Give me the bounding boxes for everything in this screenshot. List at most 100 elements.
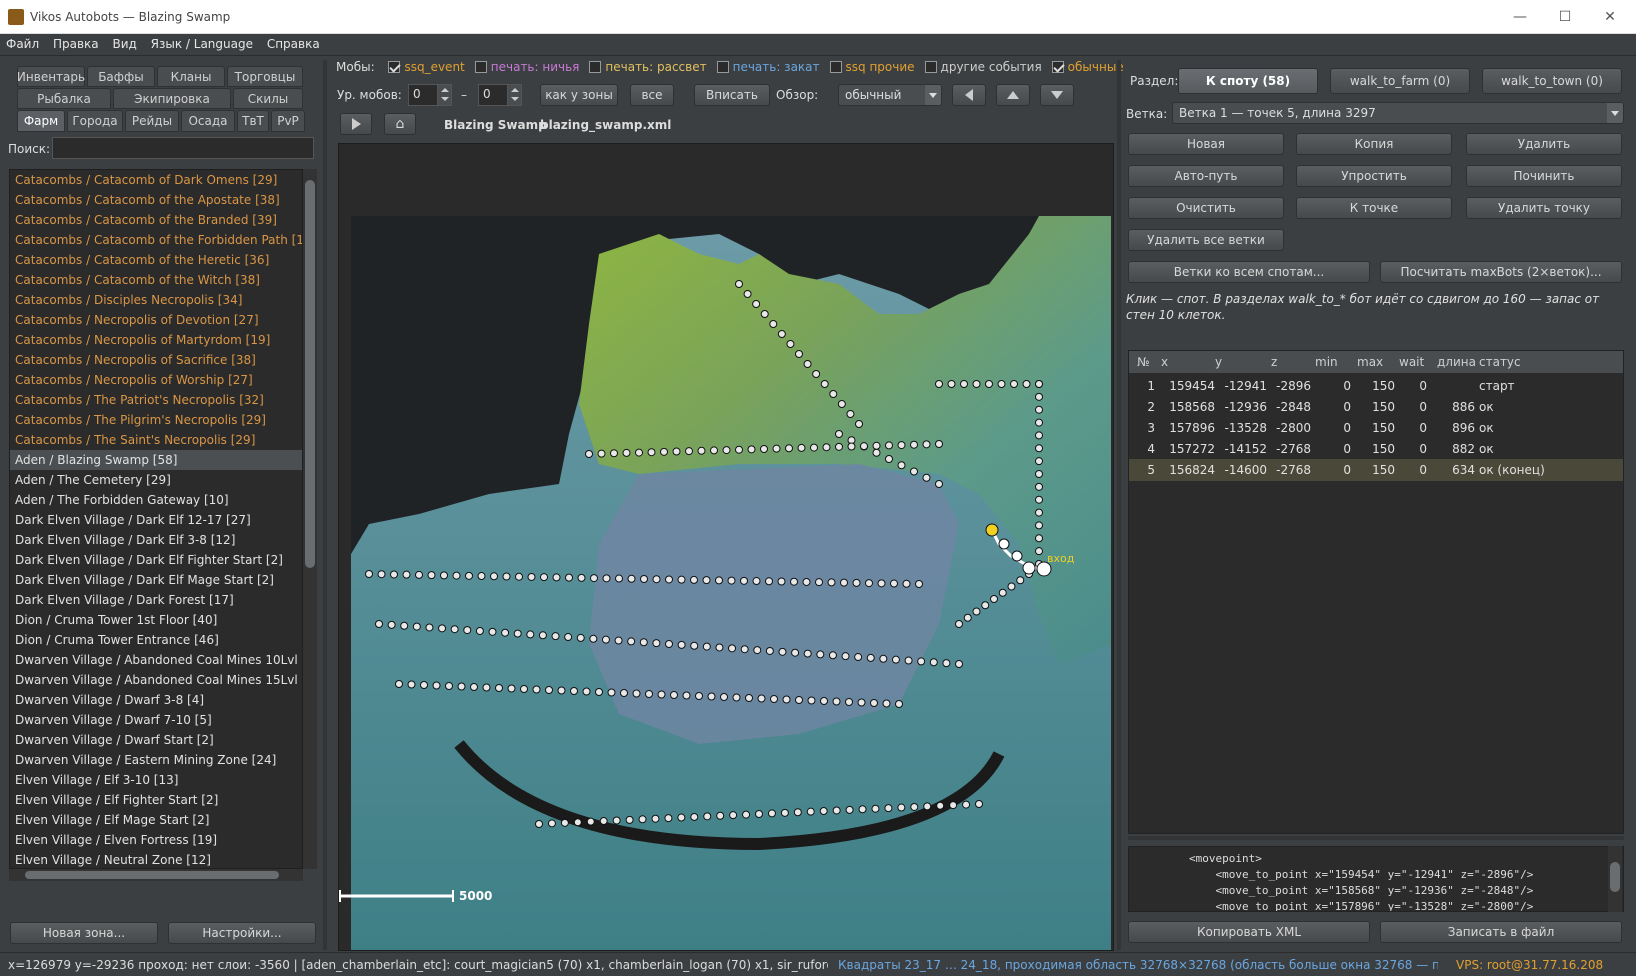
zone-list-item[interactable]: Dwarven Village / Dwarf 7-10 [5]: [10, 710, 302, 730]
all-button[interactable]: все: [630, 84, 674, 106]
new-branch-button[interactable]: Новая: [1128, 133, 1284, 155]
table-header-cell[interactable]: №: [1137, 355, 1155, 369]
section-walk-to-town[interactable]: walk_to_town (0): [1482, 68, 1622, 94]
tab-cities[interactable]: Города: [67, 110, 123, 132]
tab-inventory[interactable]: Инвентарь: [17, 66, 85, 87]
mob-filter-label[interactable]: печать: рассвет: [605, 60, 706, 74]
maximize-button[interactable]: ☐: [1545, 6, 1585, 28]
route-point-4[interactable]: [998, 538, 1010, 550]
zone-list-item[interactable]: Catacombs / Catacomb of the Witch [38]: [10, 270, 302, 290]
zone-list-item[interactable]: Elven Village / Elf Mage Start [2]: [10, 810, 302, 830]
branch-select[interactable]: Ветка 1 — точек 5, длина 3297: [1172, 102, 1624, 124]
zone-list-item[interactable]: Catacombs / Catacomb of the Heretic [36]: [10, 250, 302, 270]
mob-filter-checkbox[interactable]: [924, 61, 937, 73]
route-point-2[interactable]: [1022, 561, 1036, 575]
table-header-cell[interactable]: max: [1357, 355, 1395, 369]
tab-pvp[interactable]: PvP: [271, 110, 305, 132]
table-row[interactable]: 5 156824 -14600 -2768 0 150 0 634 ок (конец): [1129, 459, 1623, 481]
delete-all-branches-button[interactable]: Удалить все ветки: [1128, 229, 1284, 251]
route-point-5[interactable]: [985, 523, 999, 537]
route-point-3[interactable]: [1011, 550, 1023, 562]
menu-file[interactable]: Файл: [0, 34, 43, 51]
home-button[interactable]: ⌂: [384, 113, 416, 135]
pan-left-button[interactable]: [952, 84, 986, 106]
zone-list-item[interactable]: Catacombs / Catacomb of the Branded [39]: [10, 210, 302, 230]
xml-preview[interactable]: <movepoint> <move_to_point x="159454" y=…: [1128, 846, 1624, 912]
zone-list-item[interactable]: Catacombs / Necropolis of Devotion [27]: [10, 310, 302, 330]
zone-list-item[interactable]: Dwarven Village / Abandoned Coal Mines 1…: [10, 650, 302, 670]
as-zone-button[interactable]: как у зоны: [540, 84, 618, 106]
mob-filter-checkbox[interactable]: [829, 61, 842, 73]
zone-list-item[interactable]: Dark Elven Village / Dark Forest [17]: [10, 590, 302, 610]
tab-farm[interactable]: Фарм: [17, 110, 65, 132]
map-view[interactable]: вход 5000: [338, 143, 1114, 951]
map-canvas[interactable]: вход 5000: [339, 144, 1114, 951]
zone-list-item[interactable]: Catacombs / Necropolis of Sacrifice [38]: [10, 350, 302, 370]
zone-list-item[interactable]: Catacombs / The Patriot's Necropolis [32…: [10, 390, 302, 410]
tab-equipment[interactable]: Экипировка: [113, 88, 231, 109]
table-header-cell[interactable]: x: [1161, 355, 1215, 369]
mob-filter-label[interactable]: ssq прочие: [846, 60, 915, 74]
mob-filter-checkbox[interactable]: [1051, 61, 1064, 73]
mob-filter-label[interactable]: другие события: [941, 60, 1042, 74]
zone-list-item[interactable]: Catacombs / Catacomb of Dark Omens [29]: [10, 170, 302, 190]
zone-list-item[interactable]: Dion / Cruma Tower Entrance [46]: [10, 630, 302, 650]
zone-list-item[interactable]: Elven Village / Elf 3-10 [13]: [10, 770, 302, 790]
zone-list-item[interactable]: Dark Elven Village / Dark Elf Fighter St…: [10, 550, 302, 570]
table-splitter[interactable]: [1128, 836, 1624, 840]
zone-list-item[interactable]: Dion / Cruma Tower 1st Floor [40]: [10, 610, 302, 630]
zone-list-item[interactable]: Catacombs / Necropolis of Worship [27]: [10, 370, 302, 390]
xml-scroll-thumb[interactable]: [1610, 862, 1620, 892]
mob-filter-checkbox[interactable]: [589, 61, 602, 73]
pan-up-button[interactable]: [996, 84, 1030, 106]
play-button[interactable]: [340, 113, 372, 135]
level-to-spinner[interactable]: 0: [478, 84, 522, 106]
level-from-spinner[interactable]: 0: [408, 84, 452, 106]
pan-down-button[interactable]: [1040, 84, 1074, 106]
zone-list-scroll-thumb[interactable]: [305, 180, 315, 568]
zone-list-hscrollbar[interactable]: [9, 869, 303, 881]
table-row[interactable]: 2 158568 -12936 -2848 0 150 0 886 ок: [1129, 396, 1623, 418]
auto-path-button[interactable]: Авто-путь: [1128, 165, 1284, 187]
table-header-cell[interactable]: min: [1315, 355, 1351, 369]
mob-filter-label[interactable]: печать: закат: [733, 60, 820, 74]
section-to-spot[interactable]: К споту (58): [1178, 68, 1318, 94]
minimize-button[interactable]: —: [1500, 6, 1540, 28]
zone-list-item[interactable]: Aden / The Cemetery [29]: [10, 470, 302, 490]
zone-list-item[interactable]: Dwarven Village / Dwarf Start [2]: [10, 730, 302, 750]
tab-raids[interactable]: Рейды: [125, 110, 179, 132]
zone-list-item[interactable]: Elven Village / Elven Fortress [19]: [10, 830, 302, 850]
settings-button[interactable]: Настройки...: [168, 922, 316, 944]
mob-filter-label[interactable]: печать: ничья: [491, 60, 580, 74]
zone-list-item[interactable]: Dark Elven Village / Dark Elf 3-8 [12]: [10, 530, 302, 550]
zone-list-item[interactable]: Aden / The Forbidden Gateway [10]: [10, 490, 302, 510]
table-row[interactable]: 1 159454 -12941 -2896 0 150 0 старт: [1129, 375, 1623, 397]
tab-skills[interactable]: Скилы: [233, 88, 303, 109]
mob-filter-checkbox[interactable]: [716, 61, 729, 73]
menu-language[interactable]: Язык / Language: [145, 34, 257, 51]
menu-help[interactable]: Справка: [261, 34, 324, 51]
mob-filter-label[interactable]: обычные: [1068, 60, 1124, 74]
table-row[interactable]: 4 157272 -14152 -2768 0 150 0 882 ок: [1129, 438, 1623, 460]
new-zone-button[interactable]: Новая зона...: [10, 922, 158, 944]
table-row[interactable]: 3 157896 -13528 -2800 0 150 0 896 ок: [1129, 417, 1623, 439]
search-input[interactable]: [52, 137, 314, 159]
left-splitter[interactable]: [323, 60, 327, 950]
zone-list-item[interactable]: Catacombs / Catacomb of the Apostate [38…: [10, 190, 302, 210]
table-header-cell[interactable]: y: [1215, 355, 1267, 369]
copy-xml-button[interactable]: Копировать XML: [1128, 921, 1370, 943]
zone-list-item[interactable]: Dwarven Village / Abandoned Coal Mines 1…: [10, 670, 302, 690]
repair-button[interactable]: Починить: [1466, 165, 1622, 187]
delete-point-button[interactable]: Удалить точку: [1466, 197, 1622, 219]
table-header-cell[interactable]: z: [1271, 355, 1311, 369]
tab-fishing[interactable]: Рыбалка: [17, 88, 111, 109]
simplify-button[interactable]: Упростить: [1296, 165, 1452, 187]
level-from-arrows[interactable]: [437, 85, 451, 105]
zone-list-item[interactable]: Catacombs / The Saint's Necropolis [29]: [10, 430, 302, 450]
tab-tvt[interactable]: TвT: [237, 110, 269, 132]
close-button[interactable]: ✕: [1590, 6, 1630, 28]
tab-clans[interactable]: Кланы: [157, 66, 225, 87]
view-select[interactable]: обычный: [838, 84, 942, 106]
table-header-cell[interactable]: wait: [1399, 355, 1427, 369]
save-file-button[interactable]: Записать в файл: [1380, 921, 1622, 943]
